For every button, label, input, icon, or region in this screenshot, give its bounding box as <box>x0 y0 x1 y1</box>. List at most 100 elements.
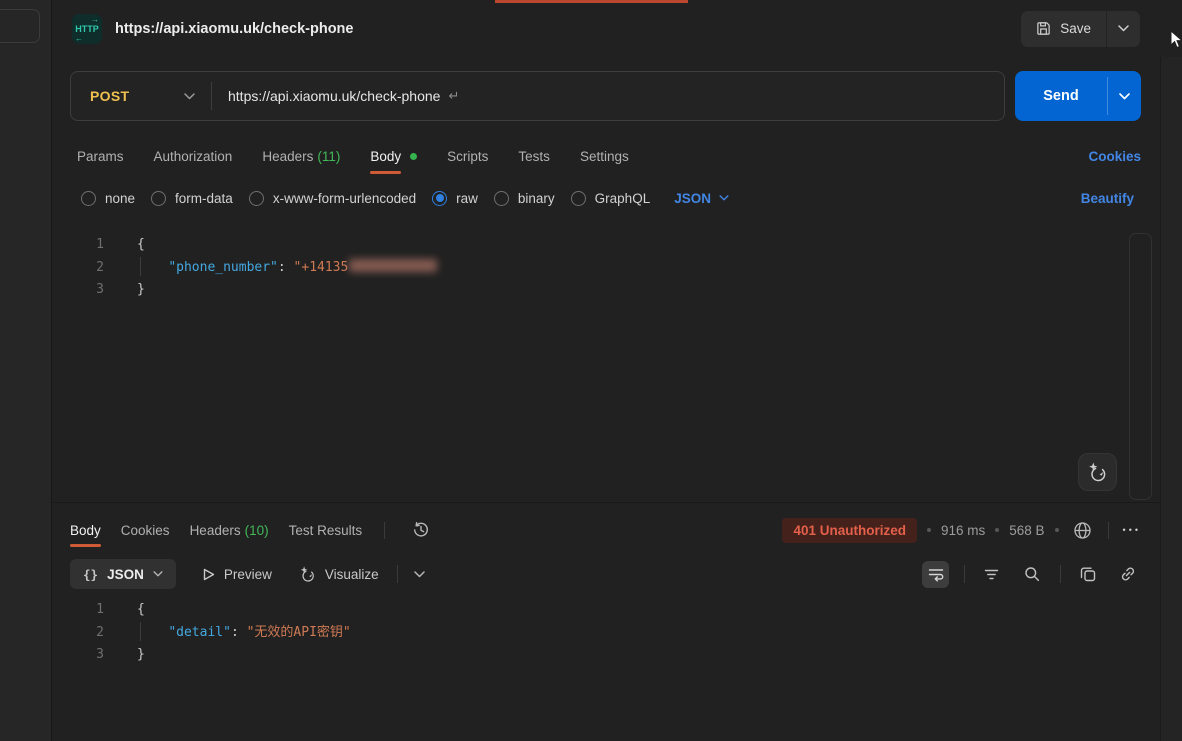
dot-separator <box>995 528 999 532</box>
save-button-group[interactable]: Save <box>1021 11 1140 47</box>
toolbar-divider <box>397 565 398 583</box>
preview-button[interactable]: Preview <box>203 567 272 582</box>
preview-label: Preview <box>224 567 272 582</box>
json-value-visible: "+14135 <box>294 260 349 275</box>
indent-guide <box>140 257 141 277</box>
status-badge[interactable]: 401 Unauthorized <box>782 518 917 543</box>
send-button-group[interactable]: Send <box>1015 71 1141 121</box>
radio-circle-icon <box>494 191 509 206</box>
code-line: 1 { <box>53 599 1120 622</box>
beautify-link[interactable]: Beautify <box>1081 191 1134 206</box>
editor-scrollbar-track[interactable] <box>1129 233 1152 500</box>
sidebar-partial-tab[interactable] <box>0 9 40 43</box>
globe-icon <box>1073 521 1092 540</box>
share-link-button[interactable] <box>1114 561 1141 588</box>
response-size[interactable]: 568 B <box>1009 523 1044 538</box>
dot-separator <box>1055 528 1059 532</box>
request-body-editor[interactable]: 1 { 2 "phone_number": "+14135 3 } <box>53 234 1142 500</box>
copy-icon <box>1080 566 1096 582</box>
tab-body[interactable]: Body <box>370 136 417 176</box>
chevron-down-icon <box>1119 93 1130 100</box>
open-brace: { <box>137 237 145 252</box>
radio-circle-icon <box>81 191 96 206</box>
enter-key-icon: ↵ <box>448 88 459 104</box>
tab-params[interactable]: Params <box>77 136 124 176</box>
response-tab-body[interactable]: Body <box>70 509 101 551</box>
request-bar: POST https://api.xiaomu.uk/check-phone ↵… <box>70 71 1141 121</box>
http-method-icon: → HTTP ← <box>72 14 102 44</box>
search-icon <box>1024 566 1040 582</box>
sparkle-circle-icon <box>299 566 316 583</box>
cookies-link[interactable]: Cookies <box>1088 149 1141 164</box>
chevron-down-icon <box>414 571 425 578</box>
chevron-down-icon <box>184 93 195 100</box>
more-options-icon[interactable]: ••• <box>1123 525 1141 535</box>
dot-separator <box>927 528 931 532</box>
response-tab-headers[interactable]: Headers(10) <box>190 509 269 551</box>
tab-settings[interactable]: Settings <box>580 136 629 176</box>
line-number: 1 <box>53 599 104 622</box>
radio-selected-icon <box>432 191 447 206</box>
redacted-phone-blur <box>349 259 437 272</box>
response-action-icons <box>922 561 1141 588</box>
response-tab-test-results[interactable]: Test Results <box>289 509 363 551</box>
code-line: 3 } <box>53 279 1142 302</box>
wrap-text-button[interactable] <box>922 561 949 588</box>
filter-icon <box>984 568 999 581</box>
more-views-button[interactable] <box>414 571 425 578</box>
save-options-button[interactable] <box>1107 11 1140 47</box>
filter-button[interactable] <box>978 561 1005 588</box>
close-brace: } <box>137 647 145 662</box>
tab-tests[interactable]: Tests <box>518 136 550 176</box>
response-section: Body Cookies Headers(10) Test Results 40… <box>53 502 1160 741</box>
response-format-dropdown[interactable]: {} JSON <box>70 559 176 589</box>
copy-button[interactable] <box>1074 561 1101 588</box>
open-brace: { <box>137 602 145 617</box>
format-select-dropdown[interactable]: JSON <box>674 191 729 206</box>
close-brace: } <box>137 282 145 297</box>
line-number: 3 <box>53 644 104 667</box>
active-tab-top-indicator <box>495 0 688 3</box>
search-button[interactable] <box>1018 561 1045 588</box>
code-line: 3 } <box>53 644 1120 667</box>
code-line: 2 "phone_number": "+14135 <box>53 257 1142 280</box>
response-body-viewer[interactable]: 1 { 2 "detail": "无效的API密钥" 3 } <box>53 599 1120 667</box>
visualize-button[interactable]: Visualize <box>299 566 379 583</box>
url-input-container[interactable]: POST https://api.xiaomu.uk/check-phone ↵ <box>70 71 1005 121</box>
method-selector[interactable]: POST <box>71 88 211 104</box>
body-type-row: none form-data x-www-form-urlencoded raw… <box>81 185 1134 211</box>
radio-raw[interactable]: raw <box>432 191 478 206</box>
http-badge-label: HTTP <box>75 24 99 34</box>
body-modified-dot <box>410 153 417 160</box>
save-button[interactable]: Save <box>1021 11 1106 47</box>
response-tabs: Body Cookies Headers(10) Test Results 40… <box>70 509 1141 551</box>
chevron-down-icon <box>153 571 163 577</box>
response-history-button[interactable] <box>407 517 434 544</box>
braces-icon: {} <box>83 567 98 582</box>
send-options-button[interactable] <box>1108 71 1141 121</box>
tab-headers[interactable]: Headers(11) <box>262 136 340 176</box>
arrow-right-icon: → <box>91 15 99 24</box>
status-divider <box>1108 522 1109 539</box>
network-info-button[interactable] <box>1069 517 1096 544</box>
response-format-label: JSON <box>107 567 144 582</box>
tab-authorization[interactable]: Authorization <box>154 136 233 176</box>
response-tab-cookies[interactable]: Cookies <box>121 509 170 551</box>
tab-scripts[interactable]: Scripts <box>447 136 488 176</box>
send-button[interactable]: Send <box>1015 71 1107 121</box>
save-button-label: Save <box>1060 21 1091 36</box>
code-line: 2 "detail": "无效的API密钥" <box>53 622 1120 645</box>
radio-none[interactable]: none <box>81 191 135 206</box>
chevron-down-icon <box>1118 25 1129 32</box>
radio-x-www-form-urlencoded[interactable]: x-www-form-urlencoded <box>249 191 416 206</box>
url-input[interactable]: https://api.xiaomu.uk/check-phone <box>228 88 440 104</box>
radio-binary[interactable]: binary <box>494 191 555 206</box>
radio-graphql[interactable]: GraphQL <box>571 191 651 206</box>
response-time[interactable]: 916 ms <box>941 523 985 538</box>
indent-guide <box>140 622 141 642</box>
wrap-text-icon <box>928 567 944 582</box>
line-number: 2 <box>53 257 104 280</box>
postbot-button[interactable] <box>1078 453 1117 491</box>
radio-form-data[interactable]: form-data <box>151 191 233 206</box>
tabs-divider <box>384 522 385 539</box>
